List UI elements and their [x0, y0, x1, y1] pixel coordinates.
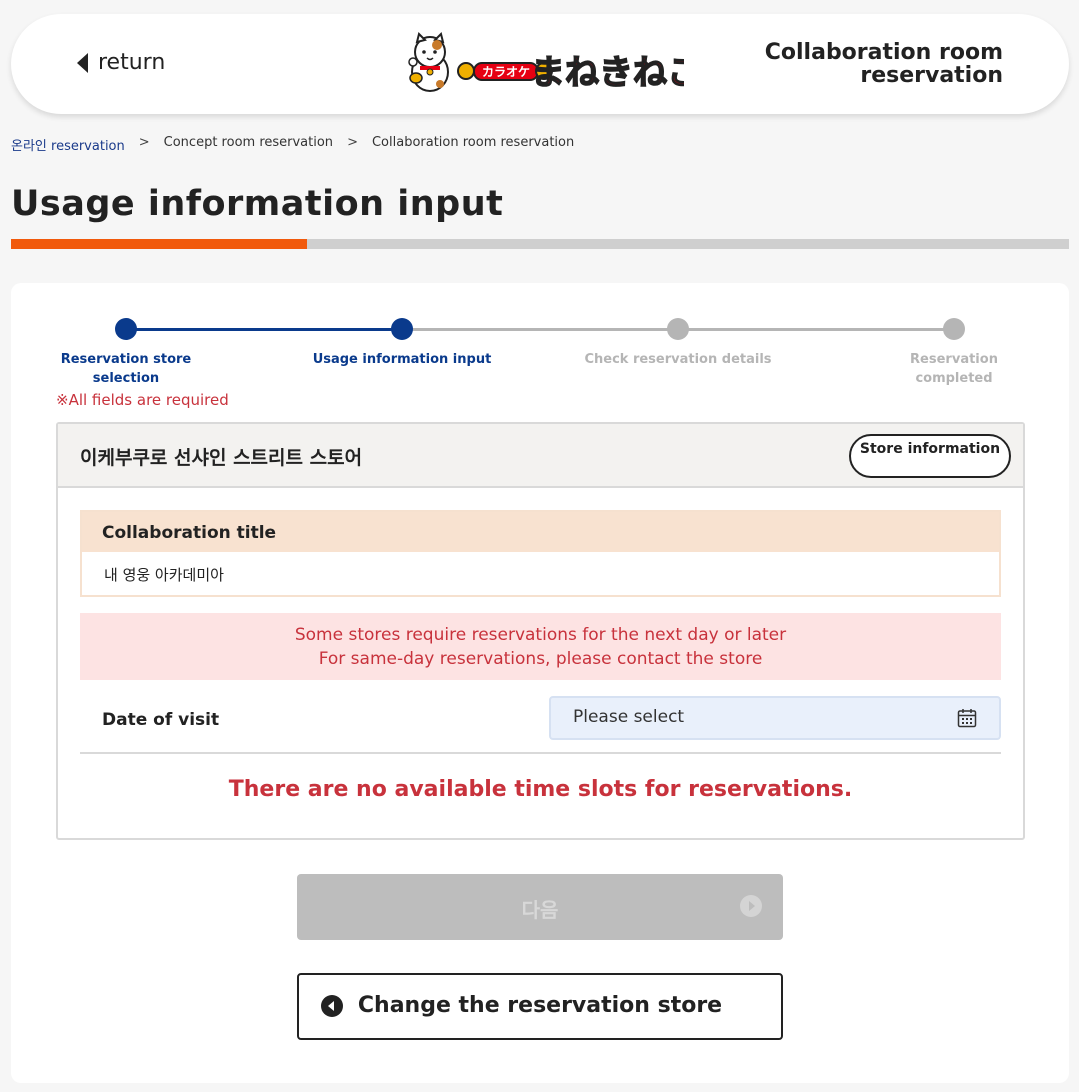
collaboration-title-value: 내 영웅 아카데미아: [82, 552, 999, 595]
breadcrumb-separator: >: [347, 135, 358, 150]
page-title: Usage information input: [11, 184, 504, 224]
step-connector: [678, 328, 954, 331]
visit-date-placeholder: Please select: [573, 707, 685, 727]
step-indicator: Reservation store selection Usage inform…: [11, 283, 1069, 393]
store-name: 이케부쿠로 선샤인 스트리트 스토어: [80, 447, 363, 469]
collaboration-title-section: Collaboration title 내 영웅 아카데미아: [80, 510, 1001, 597]
next-button-label: 다음: [521, 898, 559, 922]
brand-wordmark: まねきねこ: [531, 53, 684, 93]
step-dot-completed: [943, 318, 965, 340]
calendar-icon: [957, 709, 977, 728]
breadcrumb-separator: >: [138, 135, 150, 150]
page-progress-fill: [11, 239, 308, 249]
return-link[interactable]: return: [77, 50, 165, 75]
notice-line-2: For same-day reservations, please contac…: [318, 649, 763, 669]
arrow-right-circle-icon: [740, 895, 762, 917]
same-day-notice: Some stores require reservations for the…: [80, 613, 1001, 680]
store-panel: 이케부쿠로 선샤인 스트리트 스토어 Store information Col…: [56, 422, 1025, 840]
breadcrumb-online-reservation[interactable]: 온라인 reservation: [11, 135, 125, 154]
step-dot-check-details: [667, 318, 689, 340]
visit-date-picker[interactable]: Please select: [549, 696, 1001, 740]
visit-date-label: Date of visit: [102, 710, 220, 730]
step-label-store-selection: Reservation store selection: [60, 352, 192, 386]
store-information-button[interactable]: Store information: [849, 434, 1011, 478]
breadcrumb: 온라인 reservation > Concept room reservati…: [11, 135, 574, 154]
change-store-label: Change the reservation store: [357, 993, 723, 1018]
return-label: return: [98, 50, 166, 75]
svg-text:カラオケ: カラオケ: [482, 65, 530, 79]
step-label-completed: Reservation completed: [910, 352, 998, 386]
step-label-check-details: Check reservation details: [584, 352, 772, 367]
reservation-card: Reservation store selection Usage inform…: [11, 283, 1069, 1083]
caret-left-icon: [77, 52, 88, 73]
change-store-button[interactable]: Change the reservation store: [297, 973, 783, 1040]
page-progress-bar: [11, 239, 1069, 249]
step-connector: [126, 328, 402, 331]
step-dot-usage-input: [391, 318, 413, 340]
maneki-neko-mascot-icon: [408, 32, 449, 92]
header-title: Collaboration room reservation: [764, 40, 1003, 88]
breadcrumb-concept-room: Concept room reservation: [163, 135, 334, 150]
notice-line-1: Some stores require reservations for the…: [294, 625, 787, 645]
breadcrumb-collab-room: Collaboration room reservation: [371, 135, 575, 150]
no-time-slots-message: There are no available time slots for re…: [228, 777, 853, 802]
store-panel-header: 이케부쿠로 선샤인 스트리트 스토어 Store information: [58, 424, 1023, 488]
next-button[interactable]: 다음: [297, 874, 783, 940]
visit-date-row: Date of visit Please select: [80, 696, 1001, 754]
step-connector: [402, 328, 678, 331]
step-dot-store-selection: [115, 318, 137, 340]
collaboration-title-label: Collaboration title: [82, 512, 999, 552]
required-fields-note: ※All fields are required: [56, 391, 229, 409]
site-header: return カラオケ まねきねこ Collaboration room res…: [11, 14, 1069, 114]
karaoke-manekineko-logo[interactable]: カラオケ まねきねこ: [404, 32, 684, 94]
step-label-usage-input: Usage information input: [312, 352, 492, 367]
